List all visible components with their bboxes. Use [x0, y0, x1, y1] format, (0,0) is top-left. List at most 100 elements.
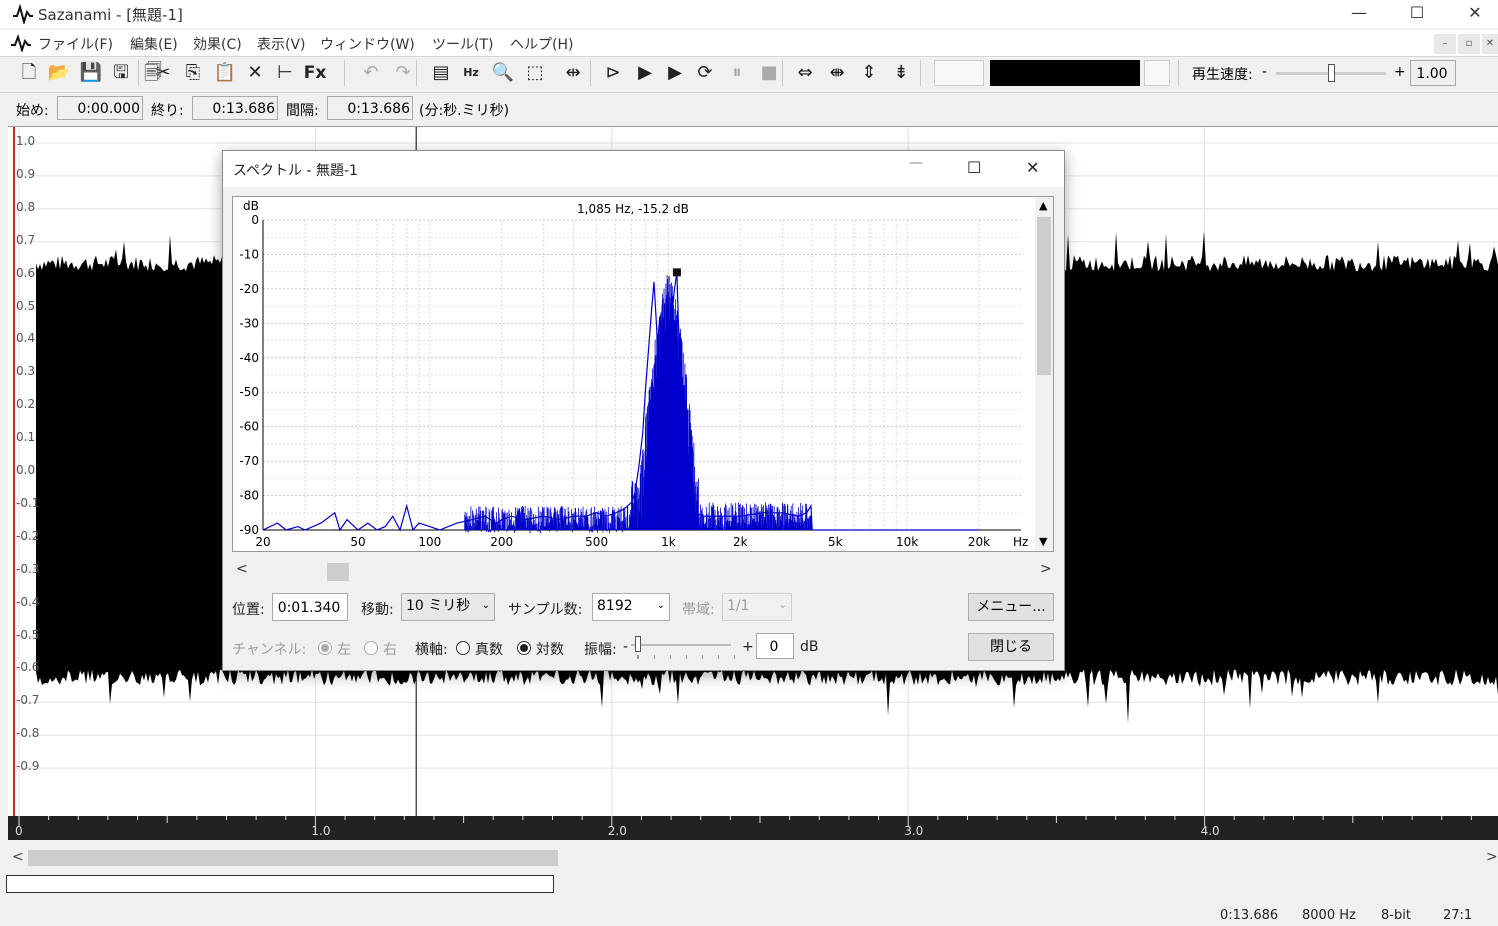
- haxis-log-radio[interactable]: [517, 641, 531, 655]
- window-title: Sazanami - [無題-1]: [38, 6, 183, 24]
- scroll-up-icon[interactable]: ▲: [1039, 199, 1047, 212]
- y-axis-label: 1.0: [16, 134, 36, 148]
- fit-icon[interactable]: ⇹: [560, 60, 586, 86]
- menu-window[interactable]: ウィンドウ(W): [320, 34, 415, 54]
- time-unit-note: (分:秒.ミリ秒): [419, 103, 510, 119]
- peak-marker[interactable]: [672, 268, 681, 277]
- menu-help[interactable]: ヘルプ(H): [510, 34, 573, 54]
- spectrum-y-tick-label: -80: [239, 489, 259, 503]
- spectrum-chart[interactable]: 0-10-20-30-40-50-60-70-80-9020 50 100 200 50…: [233, 197, 1033, 551]
- select-shape-icon[interactable]: ⬚: [522, 60, 548, 86]
- time-label: 0: [15, 824, 23, 838]
- dialog-maximize-icon[interactable]: ☐: [967, 158, 981, 177]
- time-label: 4.0: [1200, 824, 1220, 838]
- band-label: 帯域:: [682, 602, 715, 618]
- play-all-icon[interactable]: ▶: [662, 60, 688, 86]
- toolbar-separator: [138, 60, 139, 86]
- menu-edit[interactable]: 編集(E): [130, 34, 178, 54]
- cut-icon[interactable]: ✂: [150, 60, 176, 86]
- effects-fx-icon[interactable]: Fx: [302, 60, 328, 86]
- delete-icon[interactable]: ✕: [242, 60, 268, 86]
- move-select[interactable]: 10 ミリ秒 ⌄: [401, 593, 495, 621]
- y-axis-label: 0.3: [16, 364, 36, 379]
- menu-bar: ファイル(F) 編集(E) 効果(C) 表示(V) ウィンドウ(W) ツール(T…: [0, 30, 1498, 56]
- title-bar: Sazanami - [無題-1] — ☐ ✕: [0, 0, 1498, 28]
- zoom-out-h-icon[interactable]: ⇼: [824, 60, 850, 86]
- redo-icon[interactable]: ↷: [390, 60, 416, 86]
- scroll-right-icon[interactable]: >: [1486, 849, 1498, 865]
- pause-icon[interactable]: ⏸: [724, 60, 750, 86]
- scroll-thumb[interactable]: [28, 850, 558, 866]
- spectrum-y-tick-label: -40: [239, 351, 259, 365]
- position-label: 位置:: [232, 602, 265, 618]
- position-scroll-thumb[interactable]: [327, 563, 349, 581]
- trim-icon[interactable]: ⊢: [272, 60, 298, 86]
- position-scroll-left-icon[interactable]: <: [236, 561, 248, 577]
- samples-select-value: 8192: [597, 598, 633, 614]
- position-scroll-right-icon[interactable]: >: [1040, 561, 1052, 577]
- mdi-minimize-button[interactable]: –: [1434, 34, 1456, 54]
- samples-select[interactable]: 8192 ⌄: [592, 593, 670, 621]
- paste-icon[interactable]: 📋: [212, 60, 238, 86]
- position-field[interactable]: 0:01.340: [272, 593, 348, 621]
- menu-effects[interactable]: 効果(C): [193, 34, 242, 54]
- peak-readout: 1,085 Hz, -15.2 dB: [577, 202, 689, 216]
- play-selection-icon[interactable]: ⊳: [600, 60, 626, 86]
- scroll-down-icon[interactable]: ▼: [1039, 535, 1047, 548]
- new-file-icon[interactable]: 🗋: [16, 60, 42, 86]
- zoom-icon[interactable]: 🔍: [490, 60, 516, 86]
- dialog-close-icon[interactable]: ✕: [1026, 158, 1039, 177]
- spectrum-icon[interactable]: ▤: [428, 60, 454, 86]
- close-button[interactable]: ✕: [1446, 0, 1498, 28]
- y-axis-label: 0.1: [16, 430, 36, 445]
- speed-slider[interactable]: [1276, 62, 1386, 86]
- menu-file[interactable]: ファイル(F): [38, 34, 113, 54]
- amplitude-field[interactable]: 0: [756, 633, 794, 659]
- amplitude-slider-thumb[interactable]: [635, 636, 641, 652]
- spectrum-series-line: [262, 272, 979, 532]
- speed-value[interactable]: 1.00: [1410, 60, 1456, 86]
- haxis-label: 横軸:: [415, 642, 448, 658]
- loop-icon[interactable]: ⟳: [692, 60, 718, 86]
- spectrum-y-tick-label: -50: [239, 385, 259, 399]
- interval-field[interactable]: 0:13.686: [327, 96, 413, 120]
- open-folder-icon[interactable]: 📂: [46, 60, 72, 86]
- save-icon[interactable]: 💾: [78, 60, 104, 86]
- mdi-close-button[interactable]: ✕: [1482, 34, 1498, 54]
- spectrum-vscroll[interactable]: ▲ ▼: [1035, 197, 1053, 551]
- speed-slider-thumb[interactable]: [1328, 64, 1335, 82]
- amplitude-slider[interactable]: [631, 635, 735, 661]
- stop-icon[interactable]: ■: [756, 60, 782, 86]
- maximize-icon: ☐: [1409, 3, 1425, 22]
- undo-icon[interactable]: ↶: [358, 60, 384, 86]
- app-logo-icon: [13, 4, 33, 24]
- start-field[interactable]: 0:00.000: [57, 96, 143, 120]
- channel-left-radio: [318, 641, 332, 655]
- menu-button[interactable]: メニュー...: [968, 593, 1054, 621]
- spectrum-vscroll-thumb[interactable]: [1037, 217, 1051, 375]
- save-as-icon[interactable]: 🖫: [108, 60, 134, 86]
- zoom-in-h-icon[interactable]: ⇔: [792, 60, 818, 86]
- menu-view[interactable]: 表示(V): [257, 34, 306, 54]
- scroll-left-icon[interactable]: <: [12, 849, 24, 865]
- minimize-button[interactable]: —: [1330, 0, 1388, 28]
- haxis-linear-radio[interactable]: [456, 641, 470, 655]
- level-meter-right: [1144, 60, 1170, 86]
- end-field[interactable]: 0:13.686: [192, 96, 278, 120]
- dialog-minimize-icon[interactable]: —: [909, 155, 923, 171]
- y-axis-label: -0.4: [16, 594, 40, 609]
- spectrum-chart-frame: 0 -10 -20 -30 -40 -50 -60 -70 -80 -90 20 50 100 200 50…: [232, 196, 1054, 552]
- horizontal-scrollbar[interactable]: < >: [8, 848, 1498, 868]
- position-scrollbar[interactable]: < >: [232, 561, 1054, 581]
- spectrum-x-tick-label: 200: [490, 535, 513, 549]
- play-icon[interactable]: ▶: [632, 60, 658, 86]
- mdi-restore-button[interactable]: ▫: [1458, 34, 1480, 54]
- zoom-out-v-icon[interactable]: ⇟: [888, 60, 914, 86]
- copy-icon[interactable]: ⎘: [180, 60, 206, 86]
- spectrum-x-tick-label: 20k: [968, 535, 990, 549]
- hz-ch-icon[interactable]: Hz: [458, 60, 484, 86]
- maximize-button[interactable]: ☐: [1388, 0, 1446, 28]
- menu-tools[interactable]: ツール(T): [432, 34, 493, 54]
- zoom-in-v-icon[interactable]: ⇕: [856, 60, 882, 86]
- close-dialog-button[interactable]: 閉じる: [968, 633, 1054, 661]
